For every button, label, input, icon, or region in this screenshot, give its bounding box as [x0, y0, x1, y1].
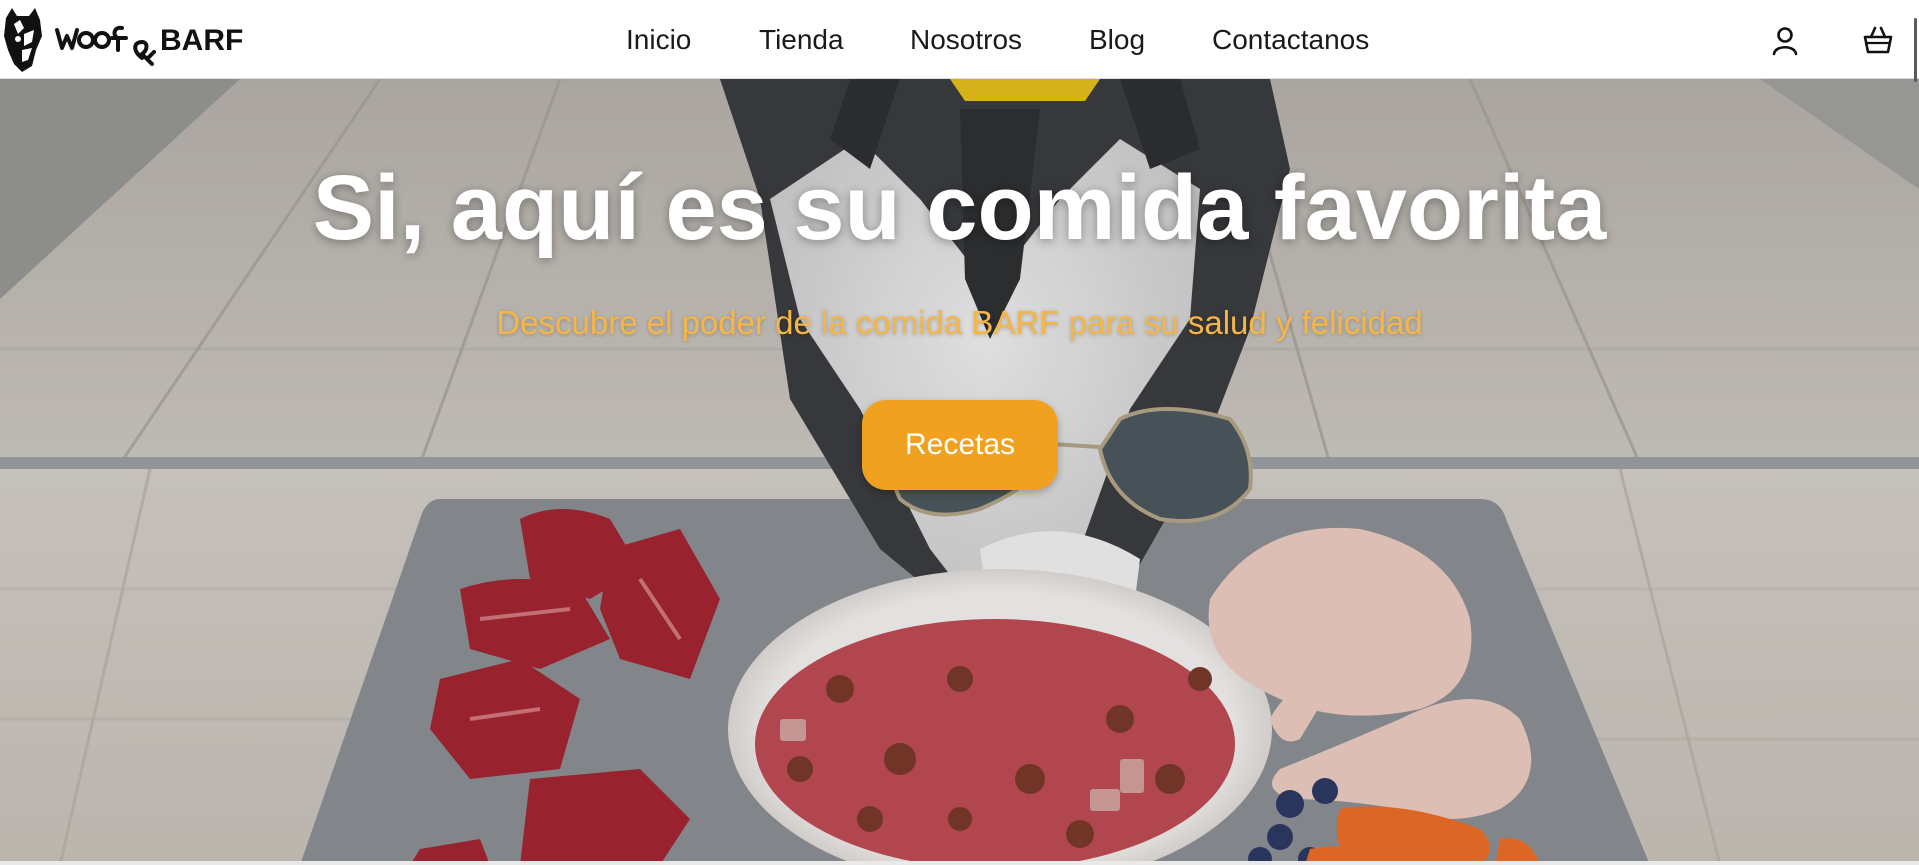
- shopping-basket-icon[interactable]: [1862, 23, 1894, 57]
- user-account-icon[interactable]: [1769, 23, 1801, 57]
- hero-banner: Si, aquí es su comida favorita Descubre …: [0, 79, 1919, 865]
- page-scrollbar-thumb[interactable]: [1914, 18, 1917, 82]
- hero-title: Si, aquí es su comida favorita: [312, 157, 1607, 259]
- nav-link-contactanos[interactable]: Contactanos: [1212, 24, 1369, 56]
- nav-link-nosotros[interactable]: Nosotros: [910, 24, 1022, 56]
- nav-link-tienda[interactable]: Tienda: [759, 24, 844, 56]
- page-bottom-edge: [0, 861, 1919, 865]
- nav-link-inicio[interactable]: Inicio: [626, 24, 691, 56]
- site-header: BARF Inicio Tienda Nosotros Blog Contact…: [0, 0, 1919, 82]
- recetas-button[interactable]: Recetas: [862, 400, 1058, 490]
- nav-link-blog[interactable]: Blog: [1089, 24, 1145, 56]
- hero-subtitle: Descubre el poder de la comida BARF para…: [496, 304, 1423, 341]
- main-nav: Inicio Tienda Nosotros Blog Contactanos: [0, 0, 1919, 79]
